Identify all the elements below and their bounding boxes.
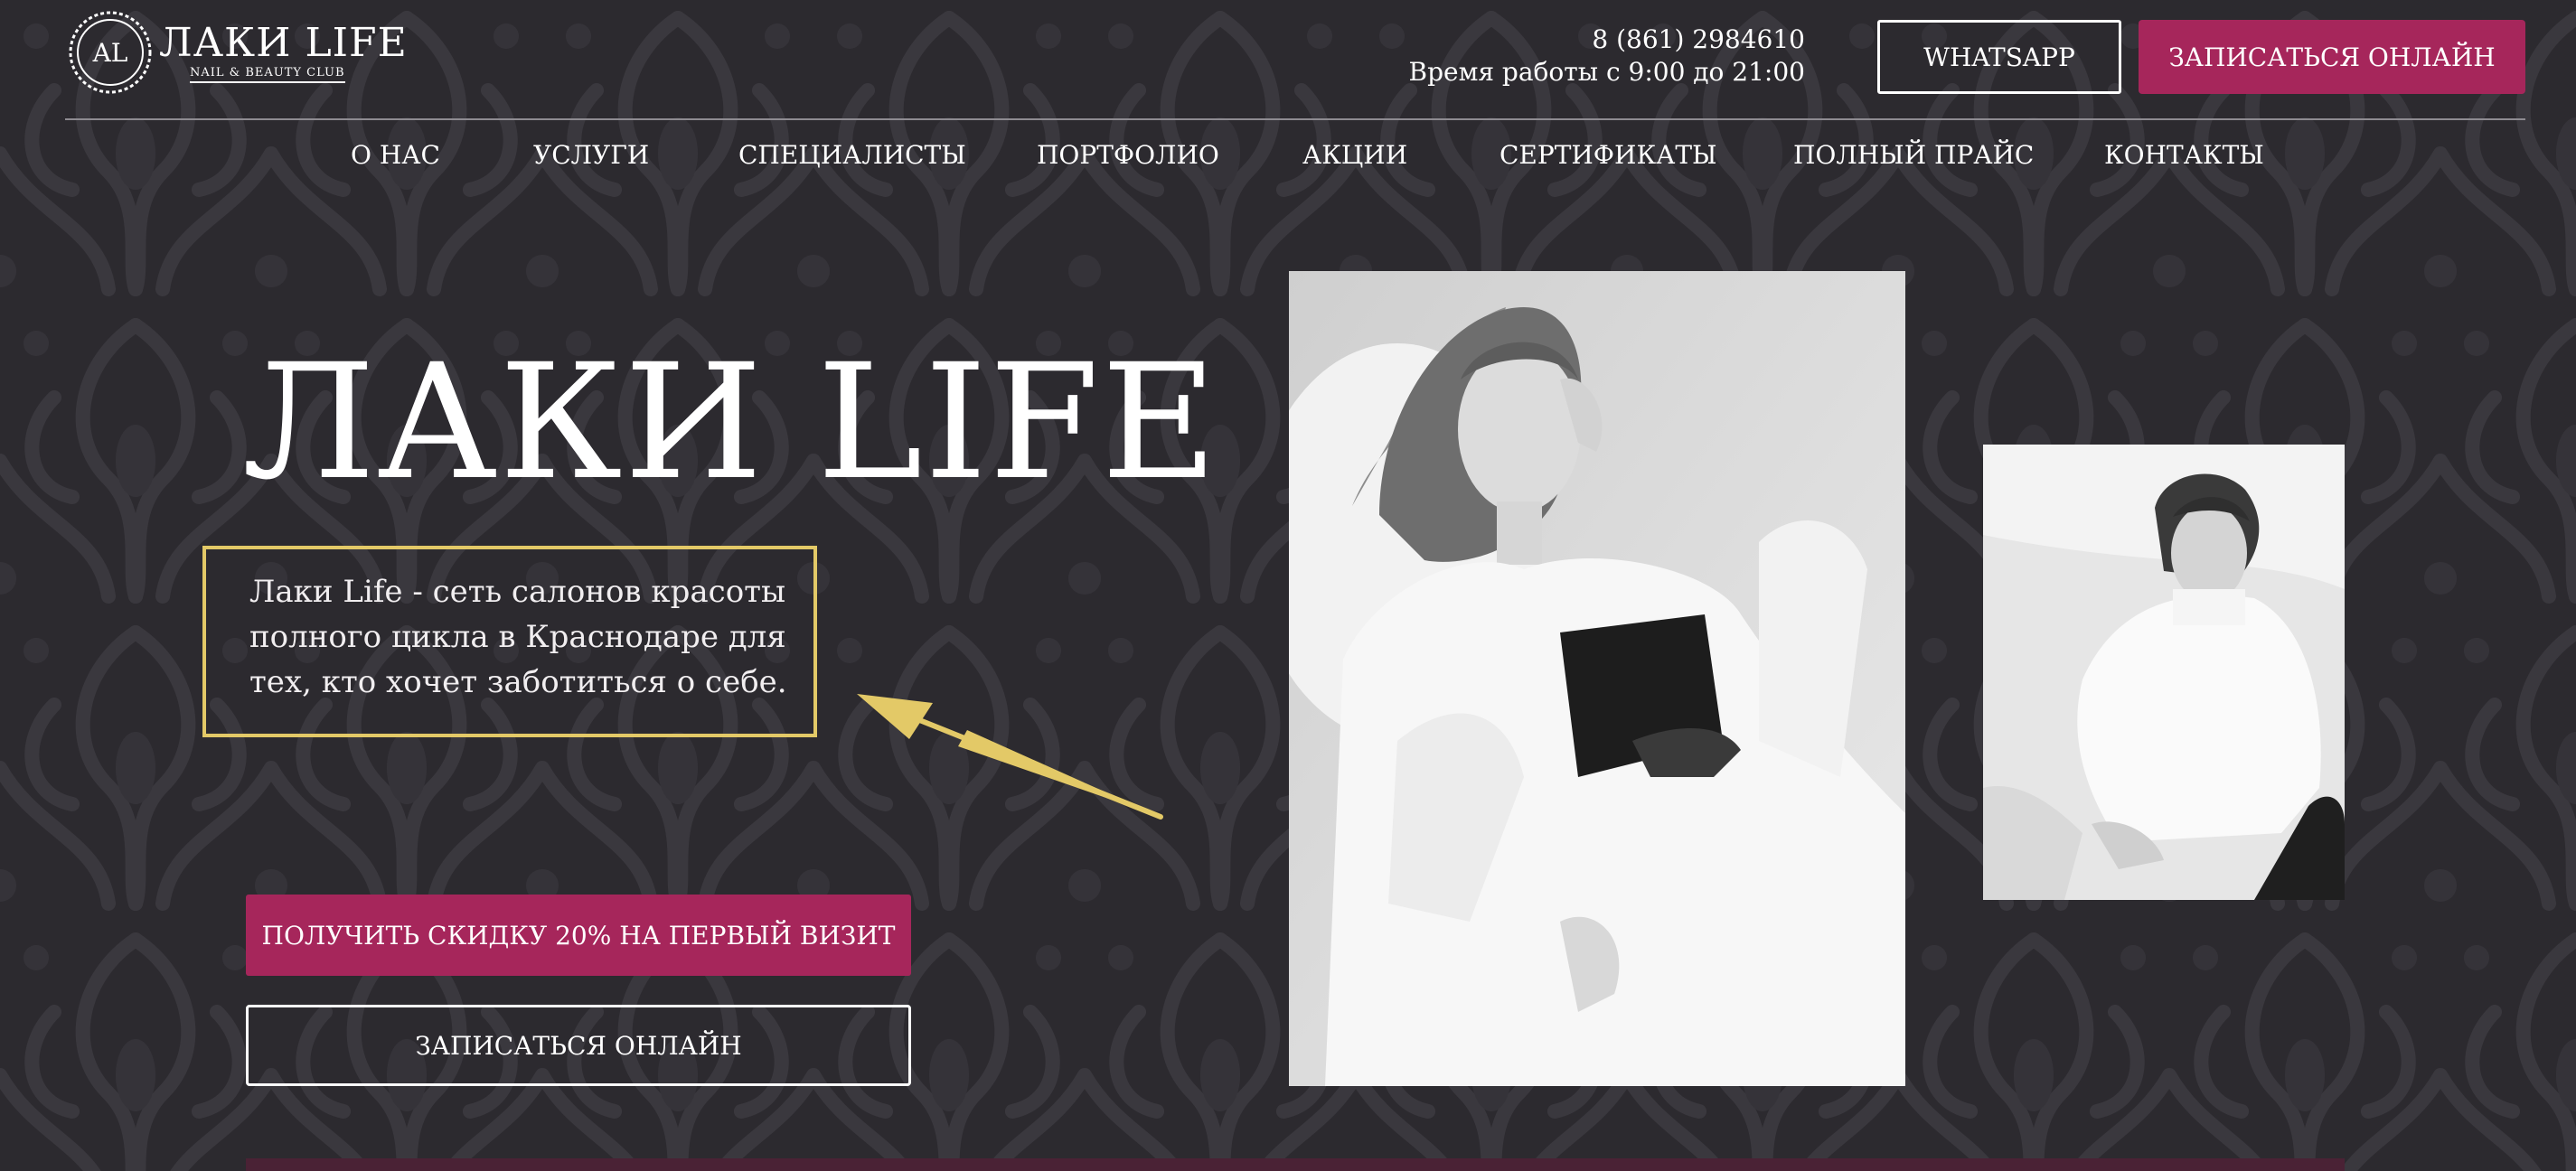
arrow-annotation-icon bbox=[857, 694, 1163, 820]
logo[interactable]: AL ЛАКИ LIFE NAIL & BEAUTY CLUB bbox=[67, 9, 407, 96]
description-box: Лаки Life - сеть салонов красоты полного… bbox=[202, 546, 817, 737]
discount-button[interactable]: ПОЛУЧИТЬ СКИДКУ 20% НА ПЕРВЫЙ ВИЗИТ bbox=[246, 895, 911, 976]
model-photo-woman bbox=[1289, 271, 1905, 1086]
working-hours: Время работы с 9:00 до 21:00 bbox=[1408, 57, 1805, 87]
nav-item-portfolio[interactable]: ПОРТФОЛИО bbox=[1037, 136, 1219, 175]
nav-item-promotions[interactable]: АКЦИИ bbox=[1302, 136, 1407, 175]
logo-monogram: AL bbox=[92, 38, 128, 68]
nav-item-full-price[interactable]: ПОЛНЫЙ ПРАЙС bbox=[1793, 136, 2034, 175]
hero-description: Лаки Life - сеть салонов красоты полного… bbox=[249, 574, 787, 700]
logo-badge-icon: AL bbox=[69, 11, 152, 94]
hero-title: ЛАКИ LIFE bbox=[242, 330, 1219, 515]
nav-item-about[interactable]: О НАС bbox=[351, 136, 440, 175]
main-nav: О НАС УСЛУГИ СПЕЦИАЛИСТЫ ПОРТФОЛИО АКЦИИ… bbox=[0, 136, 2576, 175]
bottom-section-edge bbox=[246, 1158, 2345, 1171]
phone-number[interactable]: 8 (861) 2984610 bbox=[1409, 23, 1805, 56]
nav-item-contacts[interactable]: КОНТАКТЫ bbox=[2104, 136, 2264, 175]
whatsapp-button[interactable]: WHATSAPP bbox=[1877, 20, 2121, 94]
header-divider bbox=[65, 118, 2525, 120]
logo-title: ЛАКИ LIFE bbox=[159, 20, 408, 66]
book-online-header-button[interactable]: ЗАПИСАТЬСЯ ОНЛАЙН bbox=[2139, 20, 2525, 94]
model-photo-man bbox=[1983, 445, 2345, 900]
nav-item-specialists[interactable]: СПЕЦИАЛИСТЫ bbox=[738, 136, 966, 175]
book-online-button[interactable]: ЗАПИСАТЬСЯ ОНЛАЙН bbox=[246, 1005, 911, 1086]
contact-info: 8 (861) 2984610 Время работы с 9:00 до 2… bbox=[1409, 23, 1805, 89]
nav-item-certificates[interactable]: СЕРТИФИКАТЫ bbox=[1500, 136, 1717, 175]
logo-subtitle: NAIL & BEAUTY CLUB bbox=[190, 67, 345, 83]
nav-item-services[interactable]: УСЛУГИ bbox=[533, 136, 649, 175]
